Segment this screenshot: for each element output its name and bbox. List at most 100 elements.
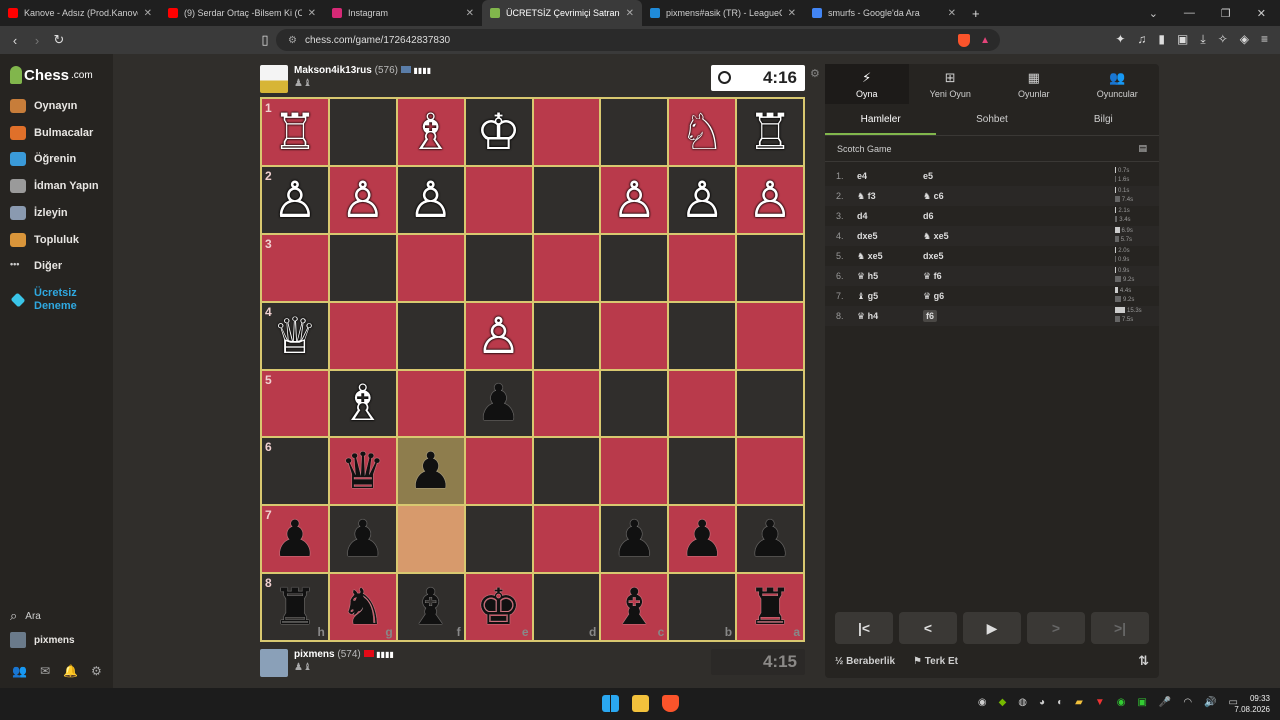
download-icon[interactable]: ⤓: [1200, 32, 1205, 47]
board-square[interactable]: [669, 302, 736, 369]
minimize-icon[interactable]: —: [1184, 7, 1195, 19]
leo-icon[interactable]: ✧: [1218, 32, 1228, 47]
board-square[interactable]: [465, 234, 532, 301]
black-pawn-icon[interactable]: ♟: [408, 446, 453, 496]
board-square[interactable]: [601, 438, 668, 505]
board-square[interactable]: [669, 234, 736, 301]
board-square[interactable]: [601, 99, 668, 165]
bookmark-icon[interactable]: ▯: [254, 32, 276, 48]
tray-red-icon[interactable]: ▼: [1095, 697, 1105, 708]
close-window-icon[interactable]: ✕: [1257, 7, 1266, 20]
board-square[interactable]: f ♝: [397, 574, 464, 640]
board-square[interactable]: ♗: [397, 99, 464, 165]
white-move[interactable]: ♛ h4: [857, 311, 923, 322]
sidebar-item-community[interactable]: Topluluk: [10, 232, 79, 247]
browser-tab[interactable]: Instagram ✕: [324, 0, 482, 26]
board-square[interactable]: [465, 438, 532, 505]
board-square[interactable]: [601, 302, 668, 369]
back-icon[interactable]: ‹: [4, 33, 26, 48]
board-square[interactable]: [397, 370, 464, 437]
black-bishop-icon[interactable]: ♝: [408, 582, 453, 632]
reload-icon[interactable]: ↻: [48, 32, 70, 48]
board-square[interactable]: c ♝: [601, 574, 668, 640]
play-button[interactable]: ▶: [963, 612, 1021, 644]
white-move[interactable]: ♛ h5: [857, 271, 923, 282]
black-bishop-icon[interactable]: ♝: [612, 582, 657, 632]
board-square[interactable]: 6: [262, 438, 328, 505]
browser-tab[interactable]: pixmens#asik (TR) - LeagueOfGraphs ✕: [642, 0, 804, 26]
white-pawn-icon[interactable]: ♙: [476, 311, 521, 361]
board-square[interactable]: [669, 438, 736, 505]
panel-subtab[interactable]: Sohbet: [936, 104, 1047, 135]
white-king-icon[interactable]: ♔: [476, 107, 521, 157]
friends-icon[interactable]: 👥: [12, 664, 27, 678]
last-move-button[interactable]: >|: [1091, 612, 1149, 644]
bottom-player-name[interactable]: pixmens (574) ▮▮▮▮: [294, 649, 394, 660]
board-square[interactable]: ♖: [737, 99, 803, 165]
black-pawn-icon[interactable]: ♟: [612, 514, 657, 564]
browser-tab[interactable]: ÜCRETSİZ Çevrimiçi Satranç Oyna ✕: [482, 0, 642, 26]
white-pawn-icon[interactable]: ♙: [680, 175, 725, 225]
mail-icon[interactable]: ✉: [40, 664, 50, 678]
white-bishop-icon[interactable]: ♗: [340, 378, 385, 428]
sidebar-toggle-icon[interactable]: ▮: [1158, 32, 1165, 47]
board-square[interactable]: [533, 506, 600, 573]
top-player-name[interactable]: Makson4ik13rus (576) ▮▮▮▮: [294, 65, 431, 76]
board-square[interactable]: d: [533, 574, 600, 640]
user-profile-link[interactable]: pixmens: [10, 632, 75, 648]
brave-shield-icon[interactable]: [958, 33, 970, 47]
black-move[interactable]: ♛ f6: [923, 271, 942, 281]
black-pawn-icon[interactable]: ♟: [340, 514, 385, 564]
board-square[interactable]: [533, 370, 600, 437]
black-move[interactable]: f6: [923, 310, 938, 322]
black-queen-icon[interactable]: ♛: [340, 446, 385, 496]
white-pawn-icon[interactable]: ♙: [612, 175, 657, 225]
tab-close-icon[interactable]: ✕: [144, 8, 152, 19]
url-input[interactable]: ⚙ chess.com/game/172642837830 ▲: [276, 29, 1000, 51]
white-move[interactable]: d4: [857, 211, 923, 221]
panel-tab[interactable]: ⊞ Yeni Oyun: [909, 64, 993, 104]
previous-move-button[interactable]: <: [899, 612, 957, 644]
tray-nvidia-icon[interactable]: ◆: [999, 697, 1007, 708]
search-link[interactable]: ⌕ Ara: [10, 608, 41, 624]
board-square[interactable]: [533, 234, 600, 301]
board-square[interactable]: a ♜: [737, 574, 803, 640]
tray-app-icon[interactable]: ◐: [1057, 697, 1063, 708]
panel-tab[interactable]: 👥 Oyuncular: [1076, 64, 1160, 104]
board-square[interactable]: [533, 99, 600, 165]
tray-folder-icon[interactable]: ▰: [1075, 697, 1083, 708]
top-player-avatar[interactable]: [260, 65, 288, 93]
board-settings-gear-icon[interactable]: ⚙: [810, 67, 820, 80]
white-move[interactable]: ♞ f3: [857, 191, 923, 202]
browser-tab[interactable]: Kanove - Adsız (Prod.Kanove) - YouTu ✕: [0, 0, 160, 26]
black-king-icon[interactable]: ♚: [476, 582, 521, 632]
taskbar-clock[interactable]: 09:33 7.08.2026: [1234, 693, 1270, 715]
site-info-icon[interactable]: ⚙: [288, 35, 297, 46]
board-square[interactable]: 2 ♙: [262, 166, 328, 233]
microphone-icon[interactable]: 🎤: [1159, 697, 1171, 708]
white-move[interactable]: dxe5: [857, 231, 923, 241]
opening-name[interactable]: Scotch Game: [837, 144, 892, 154]
tab-search-icon[interactable]: ⌄: [1149, 7, 1158, 20]
white-pawn-icon[interactable]: ♙: [408, 175, 453, 225]
black-pawn-icon[interactable]: ♟: [680, 514, 725, 564]
new-tab-button[interactable]: +: [964, 0, 988, 26]
board-square[interactable]: [601, 370, 668, 437]
board-square[interactable]: ♟: [397, 438, 464, 505]
board-square[interactable]: [669, 370, 736, 437]
board-square[interactable]: [737, 438, 803, 505]
board-square[interactable]: ♙: [669, 166, 736, 233]
board-square[interactable]: 4 ♕: [262, 302, 328, 369]
white-queen-icon[interactable]: ♕: [273, 311, 318, 361]
white-rook-icon[interactable]: ♖: [748, 107, 793, 157]
board-square[interactable]: ♟: [601, 506, 668, 573]
tab-close-icon[interactable]: ✕: [948, 8, 956, 19]
board-square[interactable]: ♟: [465, 370, 532, 437]
wallet-icon[interactable]: ▣: [1177, 32, 1188, 47]
black-move[interactable]: d6: [923, 211, 934, 221]
board-square[interactable]: [465, 166, 532, 233]
music-icon[interactable]: ♫: [1137, 32, 1146, 47]
board-square[interactable]: [329, 99, 396, 165]
board-square[interactable]: ♙: [601, 166, 668, 233]
sidebar-item-learn[interactable]: Öğrenin: [10, 152, 76, 167]
